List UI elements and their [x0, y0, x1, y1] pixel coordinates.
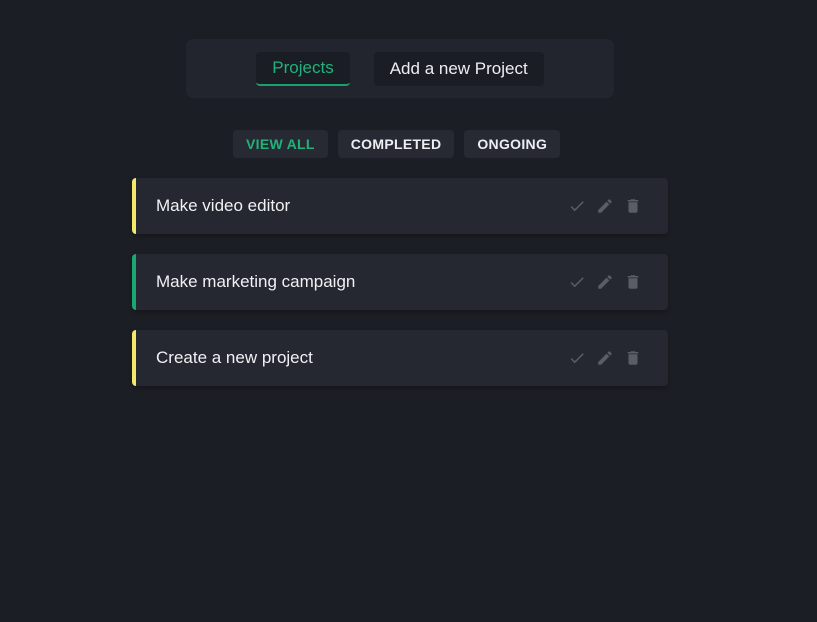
check-icon[interactable] [568, 349, 586, 367]
main-nav: Projects Add a new Project [186, 39, 614, 98]
trash-icon[interactable] [624, 273, 642, 291]
project-title: Create a new project [156, 348, 313, 367]
filter-view-all-button[interactable]: VIEW ALL [233, 130, 328, 158]
project-card: Create a new project [132, 330, 668, 386]
pencil-icon[interactable] [596, 273, 614, 291]
project-title: Make marketing campaign [156, 272, 356, 291]
project-title: Make video editor [156, 196, 291, 215]
project-actions [568, 197, 642, 215]
filter-bar: VIEW ALL COMPLETED ONGOING [233, 130, 561, 158]
trash-icon[interactable] [624, 349, 642, 367]
trash-icon[interactable] [624, 197, 642, 215]
project-card: Make marketing campaign [132, 254, 668, 310]
pencil-icon[interactable] [596, 197, 614, 215]
tab-add-project[interactable]: Add a new Project [373, 51, 544, 86]
tab-projects[interactable]: Projects [256, 51, 350, 86]
project-actions [568, 349, 642, 367]
project-card: Make video editor [132, 178, 668, 234]
check-icon[interactable] [568, 197, 586, 215]
project-actions [568, 273, 642, 291]
pencil-icon[interactable] [596, 349, 614, 367]
project-list: Make video editor Make marketing campaig… [132, 178, 668, 406]
check-icon[interactable] [568, 273, 586, 291]
filter-completed-button[interactable]: COMPLETED [337, 130, 455, 158]
filter-ongoing-button[interactable]: ONGOING [464, 130, 561, 158]
